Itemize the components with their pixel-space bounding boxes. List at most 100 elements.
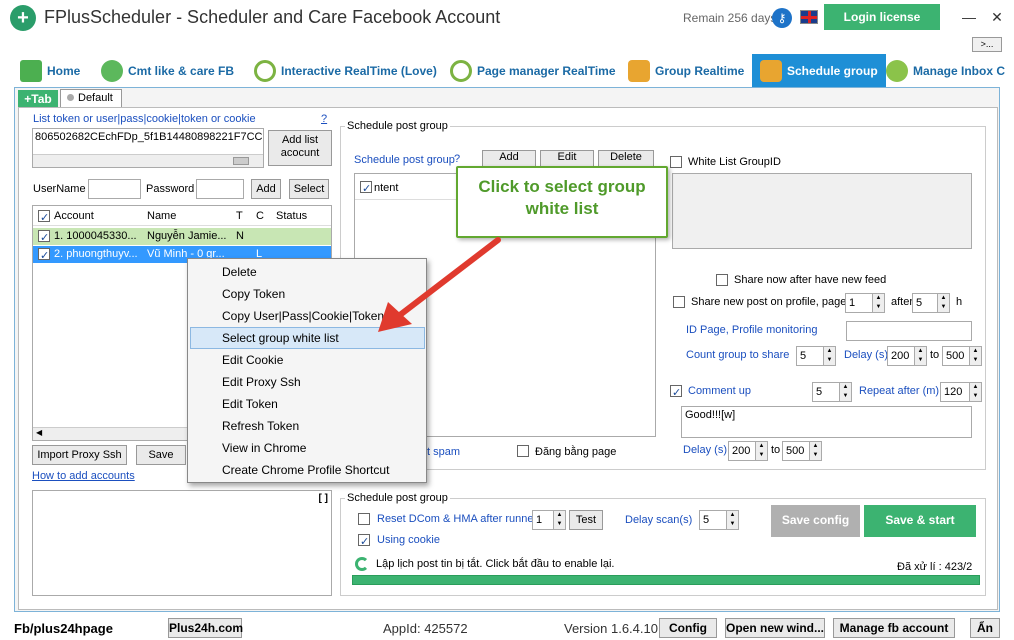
save-button[interactable]: Save (136, 445, 186, 465)
id-page-input[interactable] (846, 321, 972, 341)
token-scrollbar[interactable] (33, 154, 263, 167)
share-profile-spinner[interactable]: 1 ▲ ▼ (845, 293, 885, 313)
share-now-checkbox[interactable] (716, 274, 728, 286)
delay2-from-spinner[interactable]: 200 ▲ ▼ (728, 441, 768, 461)
spinner-arrows-icon[interactable]: ▲ ▼ (839, 383, 851, 401)
spinner-arrows-icon[interactable]: ▲ ▼ (937, 294, 949, 312)
menu-item-view-chrome[interactable]: View in Chrome (222, 441, 306, 455)
default-tab-label: Default (78, 92, 113, 104)
scroll-thumb[interactable] (233, 157, 249, 165)
spinner-arrows-icon[interactable]: ▲ ▼ (823, 347, 835, 365)
spinner-arrows-icon[interactable]: ▲ ▼ (553, 511, 565, 529)
username-input[interactable] (88, 179, 141, 199)
tab-manage-inbox[interactable]: Manage Inbox C (886, 54, 1014, 88)
using-cookie-checkbox[interactable] (358, 534, 370, 546)
save-start-button[interactable]: Save & start (864, 505, 976, 537)
white-list-checkbox[interactable] (670, 156, 682, 168)
tab-group-realtime[interactable]: Group Realtime (628, 54, 744, 88)
delay2-from-value: 200 (732, 445, 751, 457)
delay2-to-spinner[interactable]: 500 ▲ ▼ (782, 441, 822, 461)
scroll-left-icon[interactable]: ◀ (36, 428, 42, 437)
count-group-spinner[interactable]: 5 ▲ ▼ (796, 346, 836, 366)
delay-from-spinner[interactable]: 200 ▲ ▼ (887, 346, 927, 366)
repeat-spinner[interactable]: 120 ▲ ▼ (940, 382, 982, 402)
row-account: 2. phuongthuyv... (54, 248, 138, 260)
schedule-select-all-checkbox[interactable] (360, 181, 372, 193)
fb-page-link[interactable]: Fb/plus24hpage (14, 621, 113, 636)
schedule-help-link[interactable]: ? (454, 153, 460, 165)
row-name: Nguyễn Jamie... (147, 230, 227, 242)
clock-icon (254, 60, 276, 82)
save-config-button[interactable]: Save config (771, 505, 860, 537)
close-icon[interactable]: ✕ (986, 6, 1008, 28)
tab-page-manager[interactable]: Page manager RealTime (450, 54, 616, 88)
spinner-arrows-icon[interactable]: ▲ ▼ (969, 383, 981, 401)
tab-schedule-group[interactable]: Schedule group (752, 54, 886, 88)
minimize-icon[interactable]: — (958, 6, 980, 28)
add-user-button[interactable]: Add (251, 179, 281, 199)
delay-scan-spinner[interactable]: 5 ▲ ▼ (699, 510, 739, 530)
spinner-arrows-icon[interactable]: ▲ ▼ (726, 511, 738, 529)
menu-item-copy-token[interactable]: Copy Token (222, 287, 285, 301)
add-tab-button[interactable]: +Tab (18, 90, 58, 108)
schedule-post-label: Schedule post group (354, 154, 455, 166)
log-toggle-button[interactable]: [ ] (319, 493, 328, 504)
comment-up-label: Comment up (688, 385, 751, 397)
password-input[interactable] (196, 179, 244, 199)
menu-item-copy-user-pass[interactable]: Copy User|Pass|Cookie|Token (222, 309, 384, 323)
select-button[interactable]: Select (289, 179, 329, 199)
row-checkbox[interactable] (38, 248, 50, 260)
config-button[interactable]: Config (659, 618, 717, 638)
more-button[interactable]: >... (972, 37, 1002, 52)
spinner-arrows-icon[interactable]: ▲ ▼ (809, 442, 821, 460)
site-link[interactable]: Plus24h.com (168, 618, 243, 638)
comment-textarea[interactable]: Good!!![w] (681, 406, 972, 438)
delay-label: Delay (s) (844, 349, 889, 361)
to-label: to (930, 349, 940, 361)
delay-to-spinner[interactable]: 500 ▲ ▼ (942, 346, 982, 366)
refresh-icon (355, 557, 369, 571)
token-input[interactable]: 806502682CEchFDp_5f1B14480898221F7CC; (32, 128, 264, 168)
reset-dcom-checkbox[interactable] (358, 513, 370, 525)
menu-item-chrome-shortcut[interactable]: Create Chrome Profile Shortcut (222, 463, 389, 477)
help-link[interactable]: ? (321, 113, 327, 125)
count-group-value: 5 (800, 350, 807, 362)
spinner-arrows-icon[interactable]: ▲ ▼ (755, 442, 767, 460)
comment-up-checkbox[interactable] (670, 385, 682, 397)
test-button[interactable]: Test (569, 510, 603, 530)
menu-item-refresh-token[interactable]: Refresh Token (222, 419, 299, 433)
tab-cmt-like[interactable]: Cmt like & care FB (101, 54, 234, 88)
menu-item-edit-token[interactable]: Edit Token (222, 397, 278, 411)
menu-item-edit-cookie[interactable]: Edit Cookie (222, 353, 283, 367)
open-new-window-button[interactable]: Open new wind... (725, 618, 825, 638)
hide-button[interactable]: Ẩn (970, 618, 1000, 638)
tab-interactive-realtime[interactable]: Interactive RealTime (Love) (254, 54, 437, 88)
reset-spinner[interactable]: 1 ▲ ▼ (532, 510, 566, 530)
share-profile-checkbox[interactable] (673, 296, 685, 308)
spinner-arrows-icon[interactable]: ▲ ▼ (969, 347, 981, 365)
white-list-label: White List GroupID (688, 156, 781, 168)
white-list-textarea[interactable] (672, 173, 972, 249)
dang-bang-page-checkbox[interactable] (517, 445, 529, 457)
after-spinner[interactable]: 5 ▲ ▼ (912, 293, 950, 313)
menu-item-select-white-list[interactable]: Select group white list (222, 331, 339, 345)
delay-to-value: 500 (946, 350, 965, 362)
comment-up-spinner[interactable]: 5 ▲ ▼ (812, 382, 852, 402)
row-checkbox[interactable] (38, 230, 50, 242)
key-icon[interactable]: ⚷ (772, 8, 792, 28)
app-logo-icon: + (10, 5, 36, 31)
tab-home[interactable]: Home (20, 54, 80, 88)
table-row[interactable]: 1. 1000045330... Nguyễn Jamie... N (33, 228, 331, 245)
uk-flag-icon[interactable] (800, 10, 818, 24)
how-to-add-accounts-link[interactable]: How to add accounts (32, 470, 135, 482)
select-all-checkbox[interactable] (38, 210, 50, 222)
add-list-account-button[interactable]: Add list acocunt (268, 130, 332, 166)
spinner-arrows-icon[interactable]: ▲ ▼ (872, 294, 884, 312)
default-tab[interactable]: Default (60, 89, 122, 108)
login-license-button[interactable]: Login license (824, 4, 940, 30)
spinner-arrows-icon[interactable]: ▲ ▼ (914, 347, 926, 365)
menu-item-delete[interactable]: Delete (222, 265, 257, 279)
import-proxy-button[interactable]: Import Proxy Ssh (32, 445, 127, 465)
manage-fb-account-button[interactable]: Manage fb account (833, 618, 955, 638)
menu-item-edit-proxy[interactable]: Edit Proxy Ssh (222, 375, 301, 389)
